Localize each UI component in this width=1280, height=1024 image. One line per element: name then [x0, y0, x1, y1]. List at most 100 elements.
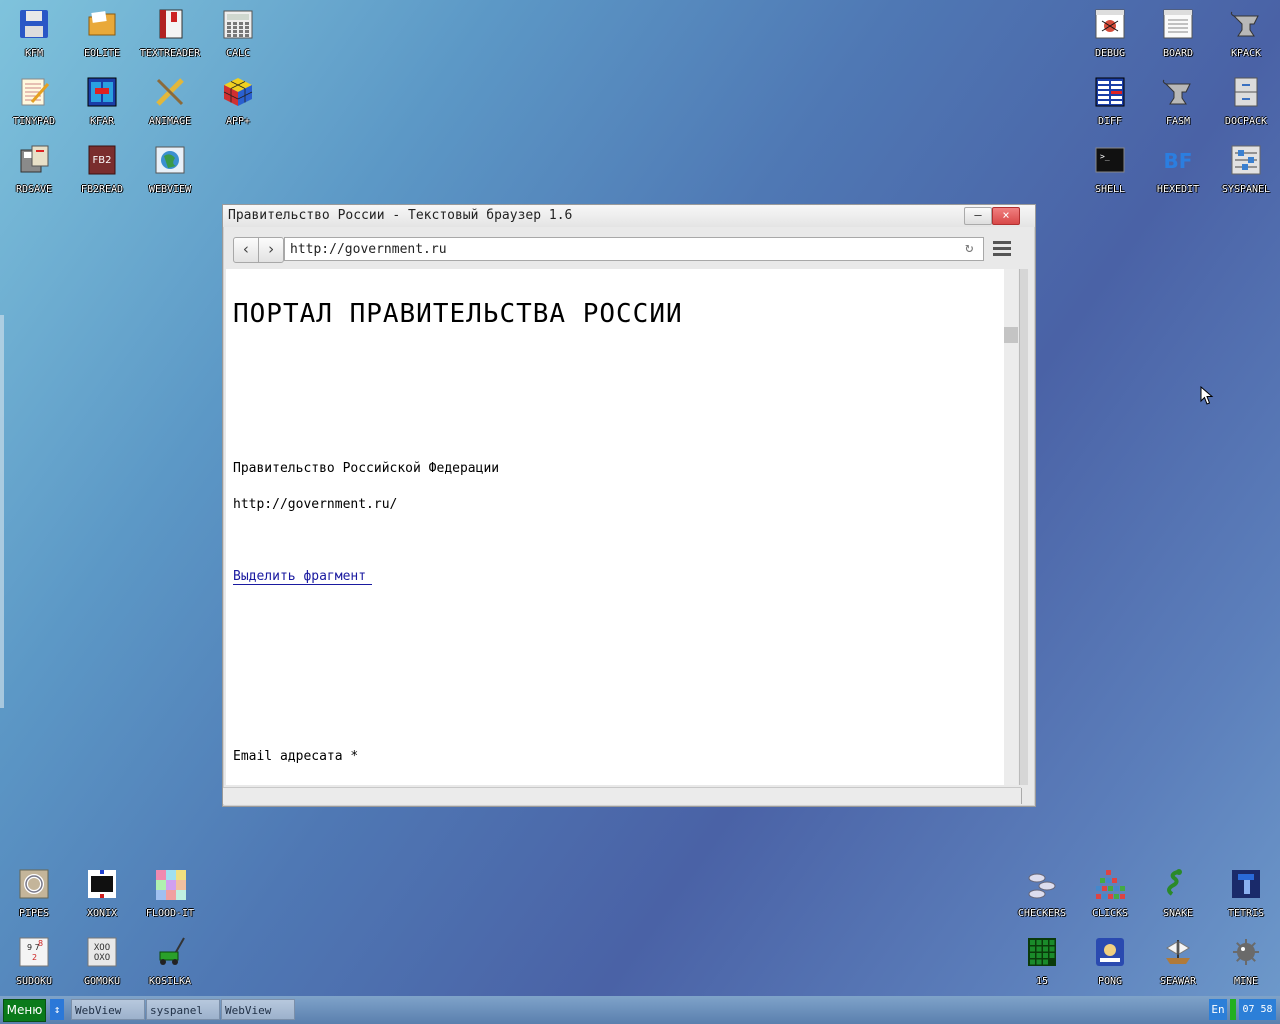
mouse-cursor-icon	[1200, 386, 1214, 405]
minimize-button[interactable]: –	[964, 207, 992, 225]
desktop-icon-fasm[interactable]: FASM	[1144, 68, 1212, 136]
desktop-icon-label: DIFF	[1097, 116, 1123, 127]
desktop-icon-rdsave[interactable]: RDSAVE	[0, 136, 68, 204]
email-label: Email адресата *	[233, 749, 359, 764]
desktop-icon-hexedit[interactable]: BF HEXEDIT	[1144, 136, 1212, 204]
desktop-icon-calc[interactable]: CALC	[204, 0, 272, 68]
close-button[interactable]: ×	[992, 207, 1020, 225]
desktop-icon-sudoku[interactable]: 9 7 8 2 SUDOKU	[0, 928, 68, 996]
desktop-icon-animage[interactable]: ANIMAGE	[136, 68, 204, 136]
desktop-icon-label: CHECKERS	[1017, 908, 1067, 919]
hexedit-bf-icon: BF	[1162, 144, 1194, 176]
desktop-icon-debug[interactable]: DEBUG	[1076, 0, 1144, 68]
desktop-icon-kpack[interactable]: KPACK	[1212, 0, 1280, 68]
desktop-icon-syspanel[interactable]: SYSPANEL	[1212, 136, 1280, 204]
desktop-icon-label: SHELL	[1094, 184, 1126, 195]
desktop-icon-tetris[interactable]: TETRIS	[1212, 860, 1280, 928]
desktop-icon-docpack[interactable]: DOCPACK	[1212, 68, 1280, 136]
disk-save-icon	[18, 144, 50, 176]
anvil-icon	[1162, 76, 1194, 108]
clock[interactable]: 07 58	[1239, 999, 1276, 1020]
desktop-icon-15[interactable]: 15	[1008, 928, 1076, 996]
desktop-icon-seawar[interactable]: SEAWAR	[1144, 928, 1212, 996]
task-switch-icon[interactable]: ↕	[50, 999, 64, 1020]
desktop-icon-label: SYSPANEL	[1221, 184, 1271, 195]
hamburger-menu-icon[interactable]	[993, 241, 1011, 257]
snake-icon	[1162, 868, 1194, 900]
lawn-mower-icon	[154, 936, 186, 968]
scrollbar-thumb[interactable]	[1004, 327, 1018, 343]
vertical-scrollbar[interactable]	[1004, 269, 1018, 785]
desktop-icon-clicks[interactable]: CLICKS	[1076, 860, 1144, 928]
desktop-icon-eolite[interactable]: EOLITE	[68, 0, 136, 68]
task-webview-2[interactable]: WebView	[221, 999, 295, 1020]
book-icon	[154, 8, 186, 40]
forward-button[interactable]: ›	[258, 237, 284, 263]
tetris-icon	[1230, 868, 1262, 900]
desktop-icon-checkers[interactable]: CHECKERS	[1008, 860, 1076, 928]
desktop-icon-label: WEBVIEW	[148, 184, 192, 195]
mine-icon	[1230, 936, 1262, 968]
keyboard-language[interactable]: En	[1209, 999, 1227, 1020]
desktop-icon-flood-it[interactable]: FLOOD-IT	[136, 860, 204, 928]
bug-window-icon	[1094, 8, 1126, 40]
svg-text:XOO: XOO	[94, 943, 110, 953]
minimize-icon: –	[974, 208, 982, 222]
desktop-icon-textreader[interactable]: TEXTREADER	[136, 0, 204, 68]
select-fragment-link[interactable]: Выделить фрагмент	[233, 569, 373, 585]
url-input[interactable]: http://government.ru	[284, 237, 984, 261]
desktop-icon-snake[interactable]: SNAKE	[1144, 860, 1212, 928]
folder-icon	[86, 8, 118, 40]
task-webview-1[interactable]: WebView	[71, 999, 145, 1020]
desktop-icon-label: KPACK	[1230, 48, 1262, 59]
status-indicator	[1230, 999, 1236, 1020]
calculator-icon	[222, 8, 254, 40]
desktop-icon-mine[interactable]: MINE	[1212, 928, 1280, 996]
desktop-icon-pipes[interactable]: PIPES	[0, 860, 68, 928]
cabinet-icon	[1230, 76, 1262, 108]
diff-grid-icon	[1094, 76, 1126, 108]
desktop-icon-kfar[interactable]: KFAR	[68, 68, 136, 136]
page-content[interactable]: ПОРТАЛ ПРАВИТЕЛЬСТВА РОССИИ Правительств…	[226, 269, 1004, 785]
window-titlebar[interactable]: Правительство России - Текстовый браузер…	[223, 205, 1035, 227]
desktop-icon-app-[interactable]: APP+	[204, 68, 272, 136]
horizontal-scrollbar[interactable]	[223, 787, 1022, 804]
browser-toolbar: ‹ › http://government.ru ↻	[223, 229, 1035, 269]
svg-text:BF: BF	[1164, 149, 1193, 173]
clipboard-window-icon	[1162, 8, 1194, 40]
floppy-disk-icon	[18, 8, 50, 40]
desktop-icon-tinypad[interactable]: TINYPAD	[0, 68, 68, 136]
blocks-icon	[1094, 868, 1126, 900]
desktop-icon-label: SEAWAR	[1159, 976, 1197, 987]
reload-icon[interactable]: ↻	[965, 241, 979, 255]
back-button[interactable]: ‹	[233, 237, 259, 263]
desktop-icon-board[interactable]: BOARD	[1144, 0, 1212, 68]
start-menu-button[interactable]: Меню	[3, 999, 46, 1022]
desktop-icon-diff[interactable]: DIFF	[1076, 68, 1144, 136]
window-resize-edge[interactable]	[1019, 269, 1028, 785]
color-grid-icon	[154, 868, 186, 900]
chevron-left-icon: ‹	[241, 240, 251, 258]
svg-text:>_: >_	[1100, 152, 1110, 161]
desktop-icon-webview[interactable]: WEBVIEW	[136, 136, 204, 204]
desktop-icon-fb2read[interactable]: FB2 FB2READ	[68, 136, 136, 204]
desktop-icon-kosilka[interactable]: KOSILKA	[136, 928, 204, 996]
page-text-url[interactable]: http://government.ru/	[233, 497, 397, 512]
desktop-icon-kfm[interactable]: KFM	[0, 0, 68, 68]
desktop-icon-label: KFM	[24, 48, 44, 59]
desktop-icon-xonix[interactable]: XONIX	[68, 860, 136, 928]
desktop-icon-shell[interactable]: >_ SHELL	[1076, 136, 1144, 204]
desktop-icon-pong[interactable]: PONG	[1076, 928, 1144, 996]
terminal-icon: >_	[1094, 144, 1126, 176]
browser-window[interactable]: Правительство России - Текстовый браузер…	[222, 204, 1036, 807]
fb2-book-icon: FB2	[86, 144, 118, 176]
desktop-icon-label: TETRIS	[1227, 908, 1265, 919]
task-syspanel[interactable]: syspanel	[146, 999, 220, 1020]
xonix-icon	[86, 868, 118, 900]
desktop-icon-label: DEBUG	[1094, 48, 1126, 59]
desktop-icon-label: CLICKS	[1091, 908, 1129, 919]
left-screen-edge	[0, 315, 4, 708]
globe-window-icon	[154, 144, 186, 176]
desktop-icon-label: SUDOKU	[15, 976, 53, 987]
desktop-icon-gomoku[interactable]: XOO OXO GOMOKU	[68, 928, 136, 996]
